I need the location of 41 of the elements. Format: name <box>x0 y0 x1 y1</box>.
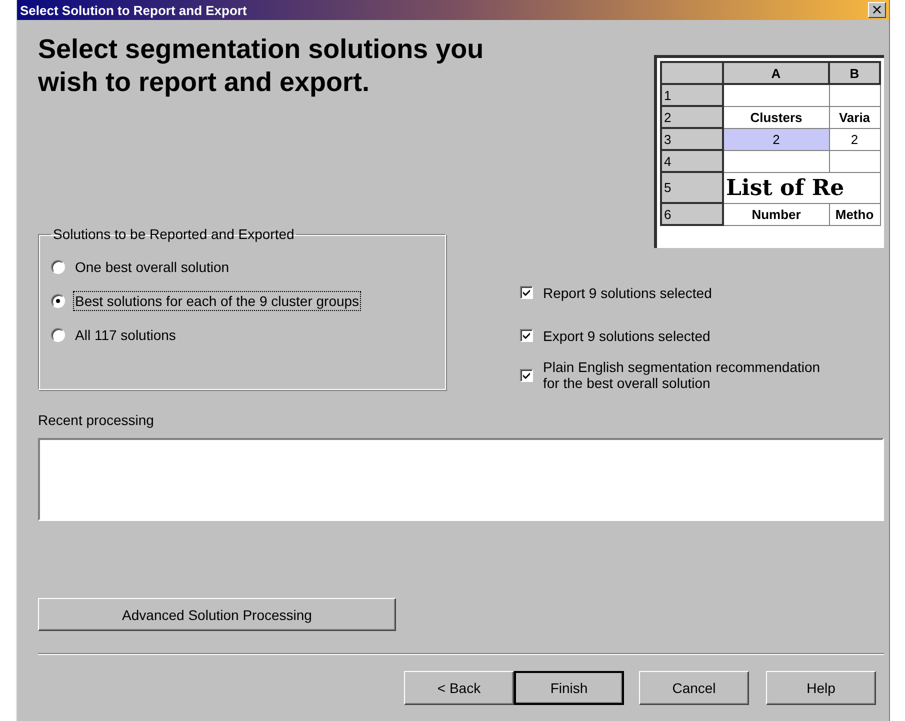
table-cell: 2 <box>723 128 829 150</box>
radio-button[interactable] <box>51 328 65 342</box>
advanced-button[interactable]: Advanced Solution Processing <box>38 598 396 631</box>
table-cell: Varia <box>829 106 880 128</box>
dialog-button[interactable]: Cancel <box>639 671 749 705</box>
row-header: 5 <box>661 172 723 203</box>
checkbox-label[interactable]: Export 9 solutions selected <box>543 328 710 344</box>
option-label[interactable]: One best overall solution <box>73 257 232 277</box>
row-header: 4 <box>661 150 723 172</box>
radio-button[interactable] <box>51 294 65 308</box>
dialog-button[interactable]: Finish <box>514 671 624 705</box>
check-icon <box>522 331 531 340</box>
row-header: 2 <box>661 106 723 128</box>
checkbox[interactable] <box>520 368 533 382</box>
group-title: Solutions to be Reported and Exported <box>52 226 296 242</box>
checkbox[interactable] <box>520 329 533 342</box>
option-label[interactable]: All 117 solutions <box>73 325 178 345</box>
close-button[interactable]: × <box>868 2 886 18</box>
column-header: B <box>829 62 880 84</box>
table-cell: 2 <box>829 128 880 150</box>
table-cell: Clusters <box>723 106 829 128</box>
check-icon <box>522 370 531 380</box>
field-label: Recent processing <box>38 412 155 430</box>
checkbox-label[interactable]: Report 9 solutions selected <box>543 284 712 300</box>
row-header: 1 <box>661 84 723 106</box>
heading: Select segmentation solutions you wish to report and export. <box>38 33 485 99</box>
table-cell: List of Re <box>723 172 880 203</box>
row-header: 6 <box>661 203 723 225</box>
radio-button[interactable] <box>51 260 65 274</box>
checkbox-label[interactable]: Plain English segmentation recommendation for the best overall solution <box>543 359 820 391</box>
dialog-button[interactable]: Help <box>766 671 876 705</box>
window-title: Select Solution to Report and Export <box>20 2 247 18</box>
check-icon <box>522 288 531 297</box>
column-header: A <box>723 62 829 84</box>
dialog-button[interactable]: < Back <box>404 671 514 705</box>
text-area[interactable] <box>38 438 884 521</box>
table-cell: Number <box>723 203 829 225</box>
checkbox[interactable] <box>520 286 533 299</box>
table-cell: Metho <box>829 203 880 225</box>
row-header: 3 <box>661 128 723 150</box>
option-label[interactable]: Best solutions for each of the 9 cluster groups <box>73 291 362 311</box>
